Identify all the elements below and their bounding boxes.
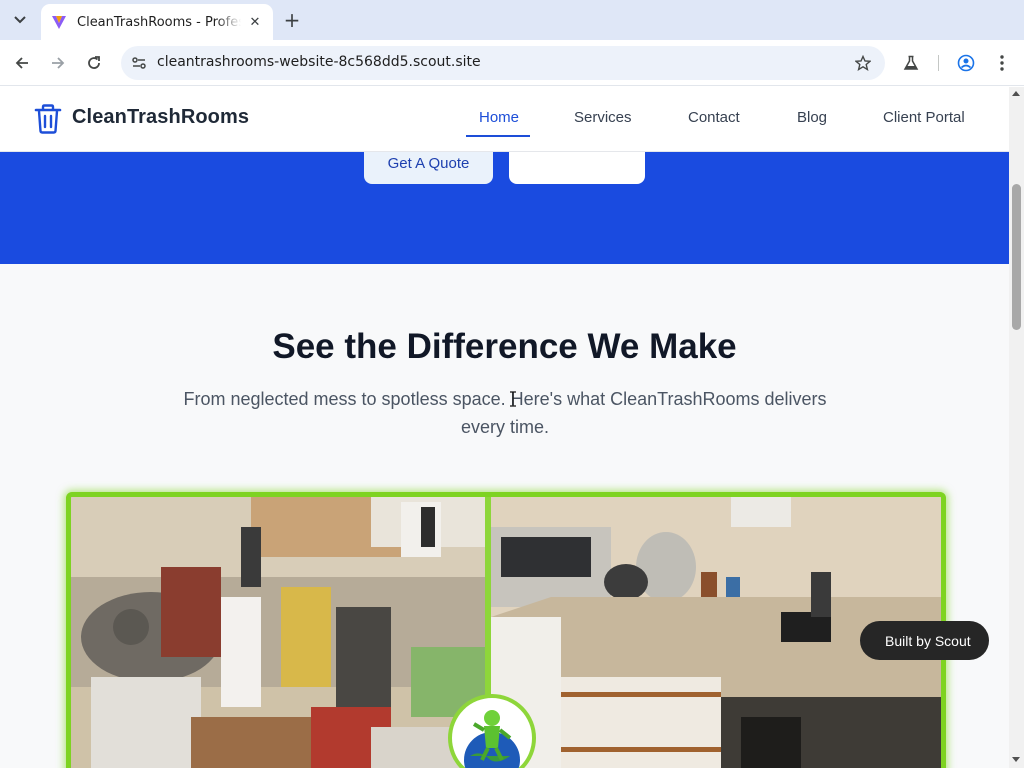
browser-tab[interactable]: CleanTrashRooms - Professional Trash Roo… [41, 4, 273, 40]
page-scrollbar[interactable] [1009, 87, 1024, 768]
section-subtitle: From neglected mess to spotless space. H… [183, 389, 827, 437]
toolbar-separator [938, 55, 939, 71]
site-info-icon[interactable] [129, 53, 149, 73]
tab-title: CleanTrashRooms - Professional Trash Roo… [77, 14, 241, 30]
star-icon[interactable] [853, 53, 873, 73]
kebab-menu-icon[interactable] [991, 52, 1013, 74]
scroll-up-arrow-icon[interactable] [1012, 91, 1020, 96]
browser-tab-strip: CleanTrashRooms - Professional Trash Roo… [0, 0, 1024, 40]
nav-services[interactable]: Services [574, 109, 632, 126]
text-cursor-icon [510, 391, 516, 407]
scout-favicon-icon [52, 16, 66, 29]
before-photo [71, 497, 485, 768]
before-after-comparison[interactable] [66, 492, 946, 768]
url-text: cleantrashrooms-website-8c568dd5.scout.s… [157, 54, 481, 70]
tab-list-icon[interactable] [6, 7, 34, 33]
address-bar[interactable]: cleantrashrooms-website-8c568dd5.scout.s… [121, 46, 885, 80]
forward-icon[interactable] [46, 51, 70, 75]
nav-contact[interactable]: Contact [688, 109, 740, 126]
nav-active-indicator [466, 135, 530, 137]
cluttered-kitchen-image [71, 497, 485, 768]
nav-client-portal[interactable]: Client Portal [883, 109, 965, 126]
profile-icon[interactable] [955, 52, 977, 74]
nav-blog[interactable]: Blog [797, 109, 827, 126]
scroll-thumb[interactable] [1012, 184, 1021, 330]
built-by-scout-badge[interactable]: Built by Scout [860, 621, 989, 660]
browser-toolbar: cleantrashrooms-website-8c568dd5.scout.s… [0, 40, 1024, 86]
reload-icon[interactable] [82, 51, 106, 75]
close-icon[interactable]: ✕ [247, 14, 263, 30]
plus-icon[interactable]: + [280, 8, 304, 32]
nav-home[interactable]: Home [479, 109, 519, 126]
labs-icon[interactable] [900, 52, 922, 74]
trash-can-icon[interactable] [34, 104, 62, 134]
scroll-down-arrow-icon[interactable] [1012, 757, 1020, 762]
brand-name[interactable]: CleanTrashRooms [72, 106, 249, 129]
page-viewport: CleanTrashRooms Home Services Contact Bl… [0, 87, 1009, 768]
back-icon[interactable] [10, 51, 34, 75]
site-header: CleanTrashRooms Home Services Contact Bl… [0, 87, 1009, 152]
hero-section: Get A Quote [0, 142, 1009, 264]
section-title: See the Difference We Make [272, 327, 737, 366]
